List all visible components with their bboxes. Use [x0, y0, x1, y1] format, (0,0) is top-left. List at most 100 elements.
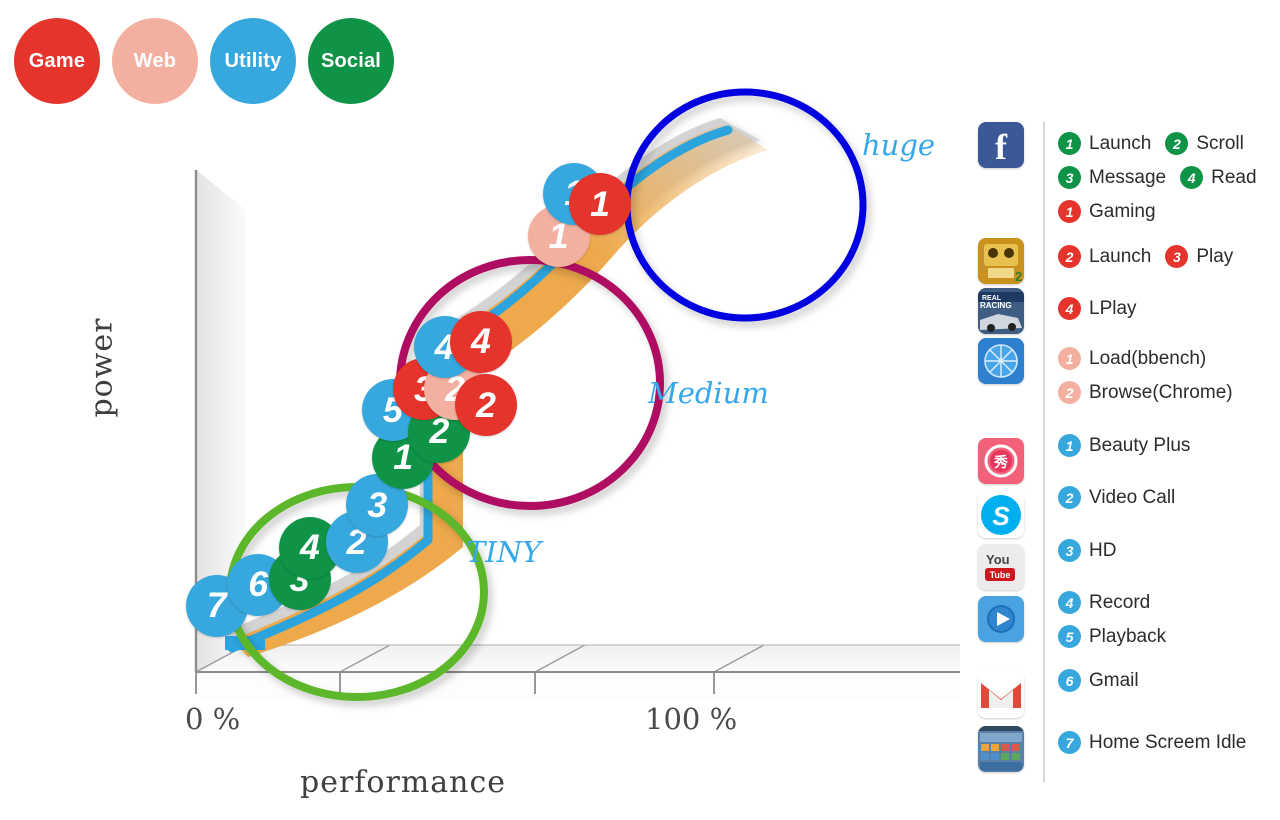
skype-icon[interactable]: S	[978, 492, 1024, 538]
legend-chip: 1	[1058, 434, 1081, 457]
legend-chip-number: 4	[1065, 594, 1074, 611]
video-player-icon[interactable]	[978, 596, 1024, 642]
legend-chip-number: 7	[1065, 734, 1074, 751]
svg-text:S: S	[992, 501, 1010, 531]
legend-row: 4 LPlay	[1058, 297, 1151, 320]
legend-chip-number: 3	[1172, 248, 1181, 265]
legend-chip: 3	[1165, 245, 1189, 268]
legend-item-label: Message	[1089, 166, 1167, 188]
cluster-label-tiny: TINY	[466, 535, 542, 569]
legend-item-label: Beauty Plus	[1089, 434, 1191, 456]
y-axis-label: power	[84, 317, 120, 418]
legend-chip: 7	[1058, 731, 1081, 754]
svg-text:秀: 秀	[993, 454, 1009, 470]
data-point-label: 4	[470, 321, 491, 362]
legend-item-label: Load(bbench)	[1089, 347, 1207, 369]
app-workload-legend: f 2 REAL RACING 秀 S You Tube 1 Launch 2 Scroll 3 Mes…	[968, 112, 1280, 792]
data-point-label: 6	[248, 564, 269, 605]
x-tick-100: 100 %	[645, 702, 738, 736]
svg-text:Tube: Tube	[990, 570, 1011, 580]
legend-divider	[1043, 122, 1045, 782]
legend-row: 7 Home Screem Idle	[1058, 731, 1260, 754]
legend-row: 4 Record	[1058, 591, 1164, 614]
legend-chip: 4	[1180, 166, 1204, 189]
legend-row: 1 Load(bbench)	[1058, 347, 1220, 370]
data-point-medium-game-4[interactable]: 4	[449, 310, 512, 373]
legend-chip: 1	[1058, 347, 1081, 370]
legend-item-label: Gmail	[1089, 669, 1139, 691]
legend-chip-number: 2	[1065, 489, 1074, 506]
legend-chip: 3	[1058, 166, 1081, 189]
cluster-label-huge: huge	[862, 128, 936, 162]
home-screen-icon[interactable]	[978, 726, 1024, 772]
legend-item-label: Read	[1211, 166, 1257, 188]
power-performance-chart: 76342315232244111 power performance 0 % …	[0, 0, 960, 820]
legend-item-label: Home Screem Idle	[1089, 731, 1247, 753]
x-tick-0: 0 %	[185, 702, 241, 736]
legend-row: 2 Video Call	[1058, 486, 1189, 509]
data-point-label: 3	[367, 484, 388, 525]
x-axis-label: performance	[300, 765, 507, 800]
legend-item-label: Video Call	[1089, 486, 1176, 508]
legend-chip-number: 3	[1065, 169, 1074, 186]
legend-row: 3 Message 4 Read	[1058, 166, 1271, 189]
youtube-icon[interactable]: You Tube	[978, 544, 1024, 590]
legend-chip: 2	[1165, 132, 1189, 155]
legend-item-label: Playback	[1089, 625, 1167, 647]
legend-item-label: Scroll	[1196, 132, 1244, 154]
legend-chip-number: 3	[1065, 542, 1074, 559]
gmail-icon[interactable]	[978, 672, 1024, 718]
legend-chip-number: 1	[1065, 437, 1074, 454]
legend-chip-number: 4	[1187, 169, 1196, 186]
real-racing-icon[interactable]: REAL RACING	[978, 288, 1024, 334]
legend-chip: 4	[1058, 591, 1081, 614]
svg-text:RACING: RACING	[980, 301, 1012, 310]
legend-chip-number: 2	[1172, 135, 1181, 152]
data-point-medium-game-2[interactable]: 2	[455, 374, 518, 437]
legend-item-label: Record	[1089, 591, 1151, 613]
legend-chip-number: 2	[1065, 384, 1074, 401]
data-point-label: 7	[206, 585, 227, 626]
cluster-label-medium: Medium	[648, 376, 769, 410]
legend-item-label: LPlay	[1089, 297, 1137, 319]
legend-row: 6 Gmail	[1058, 669, 1153, 692]
legend-item-label: HD	[1089, 539, 1117, 561]
facebook-icon[interactable]: f	[978, 122, 1024, 168]
legend-item-label: Gaming	[1089, 200, 1156, 222]
legend-row: 2 Browse(Chrome)	[1058, 381, 1247, 404]
legend-chip: 6	[1058, 669, 1081, 692]
legend-chip-number: 6	[1065, 672, 1074, 689]
legend-chip: 2	[1058, 381, 1081, 404]
temple-run-2-icon[interactable]: 2	[978, 238, 1024, 284]
legend-chip: 2	[1058, 245, 1081, 268]
legend-chip-number: 5	[1065, 628, 1074, 645]
legend-chip: 5	[1058, 625, 1081, 648]
svg-text:You: You	[986, 552, 1010, 567]
legend-chip: 4	[1058, 297, 1081, 320]
legend-chip: 3	[1058, 539, 1081, 562]
data-point-label: 4	[300, 527, 320, 568]
legend-chip: 1	[1058, 200, 1081, 223]
slide-canvas: Game Web Utility Social 7 6 3 4 2 3 1 5 …	[0, 0, 1280, 820]
legend-chip: 1	[1058, 132, 1081, 155]
legend-row: 1 Beauty Plus	[1058, 434, 1204, 457]
legend-chip-number: 1	[1065, 350, 1074, 367]
legend-row: 5 Playback	[1058, 625, 1180, 648]
legend-item-label: Play	[1196, 245, 1234, 267]
legend-chip-number: 1	[1065, 135, 1074, 152]
legend-chip-number: 4	[1065, 300, 1074, 317]
legend-item-label: Launch	[1089, 245, 1152, 267]
legend-item-label: Launch	[1089, 132, 1152, 154]
beauty-plus-icon[interactable]: 秀	[978, 438, 1024, 484]
data-point-label: 2	[476, 384, 496, 425]
legend-row: 3 HD	[1058, 539, 1130, 562]
legend-row: 2 Launch 3 Play	[1058, 245, 1247, 268]
browser-globe-icon[interactable]	[978, 338, 1024, 384]
legend-chip-number: 1	[1065, 203, 1074, 220]
svg-text:2: 2	[1015, 269, 1022, 284]
legend-row: 1 Gaming	[1058, 200, 1170, 223]
legend-chip: 2	[1058, 486, 1081, 509]
legend-row: 1 Launch 2 Scroll	[1058, 132, 1258, 155]
legend-item-label: Browse(Chrome)	[1089, 381, 1233, 403]
legend-chip-number: 2	[1065, 248, 1074, 265]
